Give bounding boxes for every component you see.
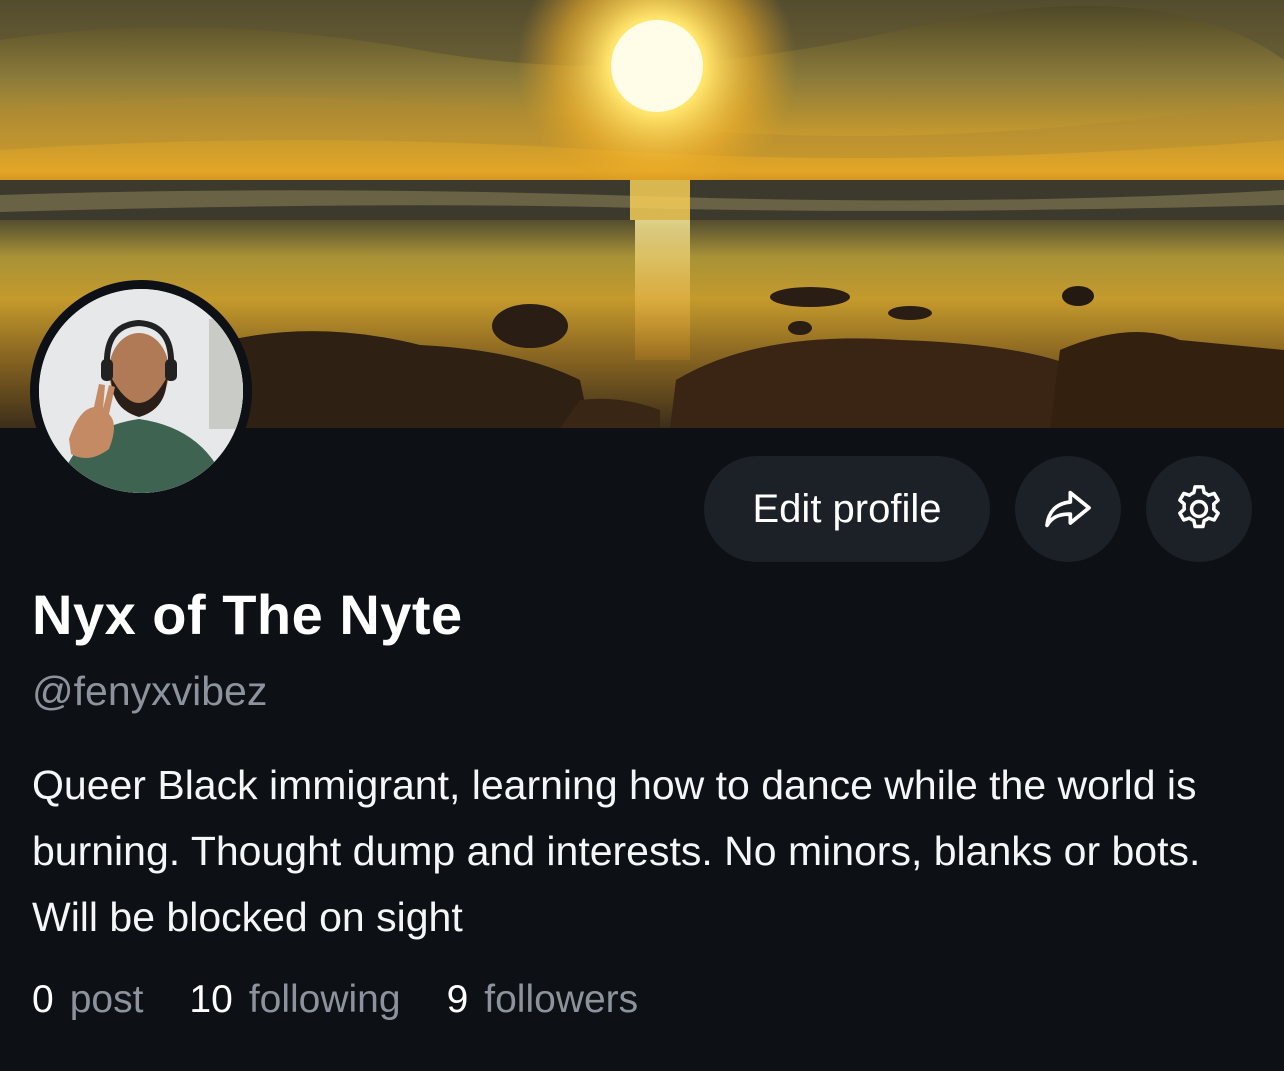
edit-profile-button[interactable]: Edit profile <box>704 456 990 562</box>
display-name: Nyx of The Nyte <box>32 583 463 646</box>
posts-stat[interactable]: 0 post <box>32 978 143 1022</box>
profile-page: Edit profile Nyx of The Nyte @fenyxvibez… <box>0 0 1284 1071</box>
settings-button[interactable] <box>1146 456 1252 562</box>
following-stat[interactable]: 10 following <box>189 978 400 1022</box>
followers-count: 9 <box>446 978 469 1021</box>
posts-count: 0 <box>32 978 54 1021</box>
share-arrow-icon <box>1045 490 1091 528</box>
avatar[interactable] <box>30 280 252 502</box>
profile-bio: Queer Black immigrant, learning how to d… <box>32 762 1201 940</box>
following-label: following <box>248 978 401 1021</box>
profile-handle: @fenyxvibez <box>32 668 268 714</box>
following-count: 10 <box>189 978 233 1021</box>
share-button[interactable] <box>1015 456 1121 562</box>
gear-icon <box>1178 485 1220 529</box>
posts-label: post <box>69 978 144 1021</box>
avatar-photo <box>39 289 243 493</box>
followers-stat[interactable]: 9 followers <box>447 978 639 1022</box>
profile-stats: 0 post 10 following 9 followers <box>32 978 684 1022</box>
followers-label: followers <box>484 978 639 1021</box>
